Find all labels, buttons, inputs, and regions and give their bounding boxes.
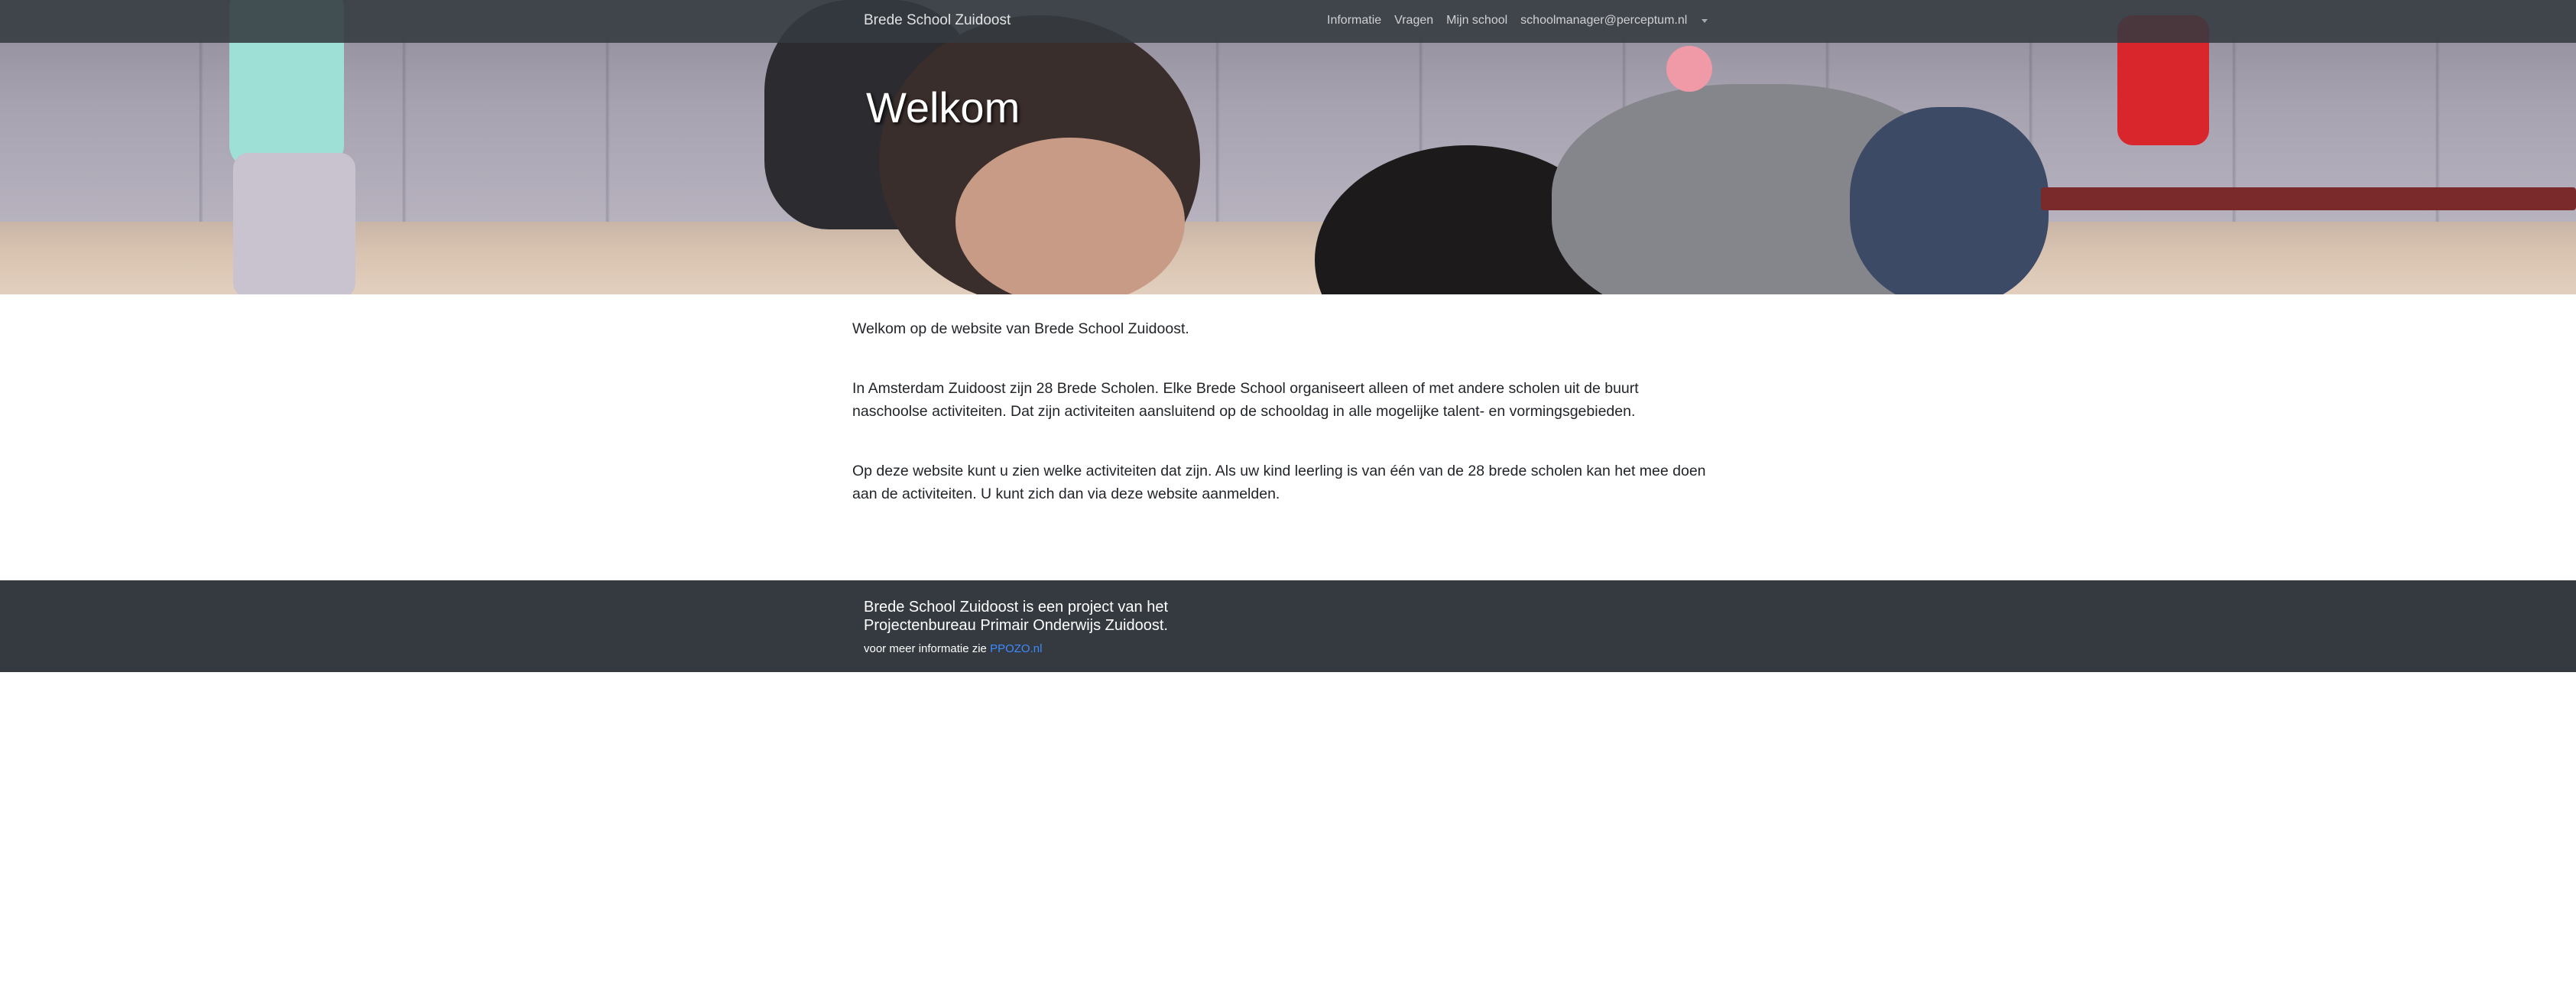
chevron-down-icon[interactable] xyxy=(1702,18,1708,23)
footer-info-label: voor meer informatie zie xyxy=(864,642,987,655)
hero-title: Welkom xyxy=(866,83,1020,132)
nav-item-vragen[interactable]: Vragen xyxy=(1394,14,1433,28)
hero-photo-figure xyxy=(1850,107,2049,294)
main-content: Welkom op de website van Brede School Zu… xyxy=(852,317,1716,542)
signup-paragraph: Op deze website kunt u zien welke activi… xyxy=(852,463,1706,502)
info-paragraph: In Amsterdam Zuidoost zijn 28 Brede Scho… xyxy=(852,380,1639,420)
nav-menu: Informatie Vragen Mijn school schoolmana… xyxy=(1327,14,1708,28)
hero-photo-figure xyxy=(955,138,1185,294)
nav-item-account[interactable]: schoolmanager@perceptum.nl xyxy=(1520,14,1687,28)
intro-paragraph: Welkom op de website van Brede School Zu… xyxy=(852,320,1189,337)
hero-photo-figure xyxy=(2041,187,2576,210)
brand-link[interactable]: Brede School Zuidoost xyxy=(864,12,1011,29)
ppozo-link[interactable]: PPOZO.nl xyxy=(990,642,1042,655)
footer-info: voor meer informatie zie PPOZO.nl xyxy=(864,642,1042,655)
nav-item-informatie[interactable]: Informatie xyxy=(1327,14,1381,28)
hero-photo-figure xyxy=(1666,46,1712,92)
hero-banner: Welkom xyxy=(0,0,2576,294)
hero-photo-figure xyxy=(233,153,355,294)
footer: Brede School Zuidoost is een project van… xyxy=(0,580,2576,672)
navbar: Brede School Zuidoost Informatie Vragen … xyxy=(0,0,2576,43)
footer-title: Brede School Zuidoost is een project van… xyxy=(864,599,1169,634)
nav-item-mijn-school[interactable]: Mijn school xyxy=(1446,14,1507,28)
hero-floor xyxy=(0,222,2576,294)
